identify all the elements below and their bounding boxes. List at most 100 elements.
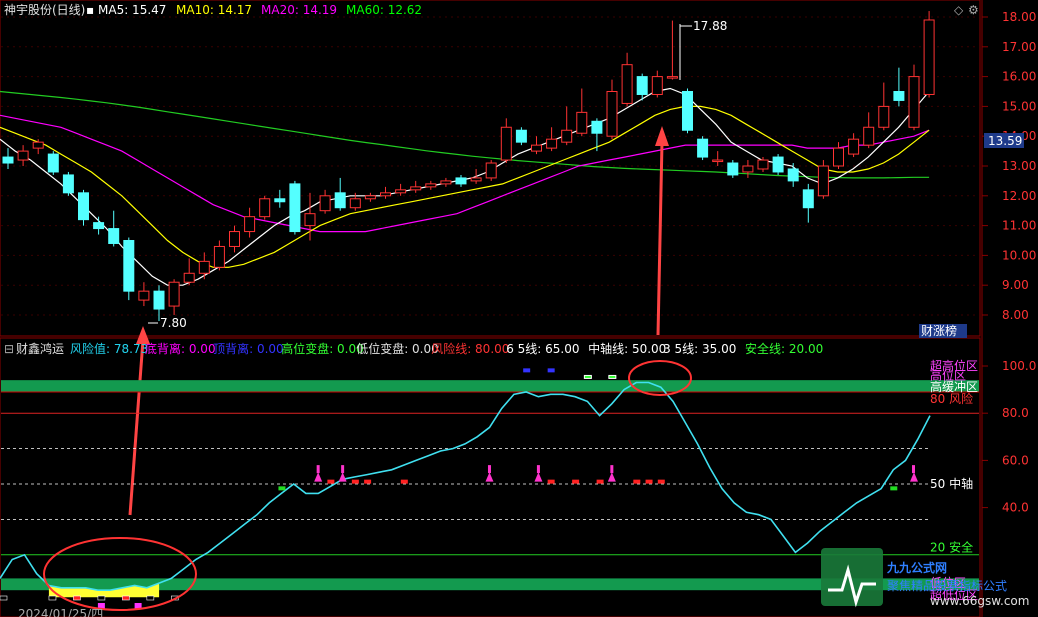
candle-body [229,231,240,247]
candle-body [666,76,678,79]
candle-body [576,111,588,134]
candle-body [138,290,150,301]
candle-body [395,189,407,194]
indicator-label: 6 5线: 65.00 [506,342,579,356]
bottom-strip-signal [146,595,155,601]
watermark-sub: 聚焦精品股票指标公式 [887,578,1007,593]
candle-body [274,198,286,203]
candle-body [289,183,301,233]
candle-body [213,245,225,268]
indicator-title: 财鑫鸿运 [16,341,64,356]
dropdown-icon[interactable]: ▪ [86,3,94,17]
top-signal [608,374,617,379]
red-signal [596,479,604,484]
candle-body [500,126,512,161]
candle-body [772,156,784,173]
zone-label: 50 中轴 [930,476,973,491]
indicator-label: 安全线: 20.00 [745,341,823,356]
candle-body [410,186,422,191]
candle-body [561,129,573,143]
candle-body [712,159,724,163]
candle-body [727,162,739,176]
red-signal [645,479,653,484]
candle-body [878,105,890,128]
indicator-tick: 100.0 [1002,359,1036,373]
ma-legend: MA5: 15.47 MA10: 14.17 MA20: 14.19 MA60: 12… [98,3,422,17]
candle-body [153,290,165,310]
price-tick: 12.00 [1002,189,1036,203]
low-price-label: 7.80 [160,316,187,330]
candle-body [515,129,527,143]
candle-body [78,192,89,221]
red-signal [327,479,335,484]
indicator-label: 高位变盘: 0.00 [281,341,364,356]
main-header: 神宇股份(日线) ▪ MA5: 15.47 MA10: 14.17 MA20: 14… [4,3,422,17]
bottom-divergence-stem [316,465,320,474]
candle-body [93,222,105,230]
red-signal [351,479,359,484]
blue-signal [547,368,555,373]
red-signal [400,479,408,484]
candle-body [485,162,497,179]
red-signal [547,479,555,484]
high-zone-band [1,380,979,392]
stock-chart: ◇ ⚙ 神宇股份(日线) ▪ MA5: 15.47 MA10: 14.17 MA20… [0,0,1036,617]
candle-body [168,281,180,307]
green-signal [890,486,898,491]
diamond-icon[interactable]: ◇ [954,3,964,17]
ma-label: MA60: 12.62 [346,3,422,17]
bottom-strip-signal [48,595,57,601]
candle-body [17,150,29,161]
bottom-divergence-stem [610,465,614,474]
candle-body [380,192,391,197]
candle-body [697,138,709,158]
candle-body [908,76,920,128]
candle-body [531,144,542,152]
red-signal [572,479,580,484]
indicator-tick: 40.0 [1002,501,1029,515]
date-label: 2024/01/25/四 [18,607,103,617]
indicator-label: 3 5线: 35.00 [663,342,736,356]
candle-body [244,216,256,233]
candle-body [259,198,271,218]
bottom-divergence-stem [487,465,491,474]
candle-body [636,76,648,95]
rank-button[interactable]: 财涨榜 [921,323,957,338]
indicator-label: 中轴线: 50.00 [588,341,666,356]
candle-body [802,189,814,209]
candle-body [425,183,437,188]
bottom-strip-signal [0,595,8,601]
candle-body [757,159,769,170]
indicator-label: 风险线: 80.00 [431,341,509,356]
candle-body [2,156,14,164]
candle-body [863,126,875,146]
collapse-icon[interactable]: ⊟ [4,342,14,356]
candle-body [349,198,361,209]
bottom-strip-signal [97,595,106,601]
settings-icon[interactable]: ⚙ [968,3,979,17]
indicator-header: ⊟ 财鑫鸿运 风险值: 78.73底背离: 0.00顶背离: 0.00高位变盘:… [4,341,823,356]
indicator-label: 低位变盘: 0.00 [356,341,439,356]
price-tick: 18.00 [1002,10,1036,24]
indicator-label: 风险值: 78.73 [70,341,148,356]
indicator-legend: 风险值: 78.73底背离: 0.00顶背离: 0.00高位变盘: 0.00低位… [70,341,823,356]
candle-body [62,174,74,194]
candle-body [108,228,120,244]
candle-body [304,213,316,227]
candle-body [319,195,331,212]
red-signal [364,479,372,484]
price-axis: 18.0017.0016.0015.0014.0013.0012.0011.00… [982,10,1036,322]
ma-label: MA10: 14.17 [176,3,252,17]
price-tick: 9.00 [1002,278,1029,292]
bottom-divergence-stem [536,465,540,474]
indicator-tick: 60.0 [1002,453,1029,467]
price-tick: 16.00 [1002,70,1036,84]
price-tick: 13.00 [1002,159,1036,173]
price-tick: 11.00 [1002,219,1036,233]
price-tick: 15.00 [1002,99,1036,113]
candle-body [817,165,829,197]
candle-body [546,138,558,149]
stock-title: 神宇股份(日线) [4,3,85,17]
candle-body [455,177,467,185]
candle-body [364,195,376,200]
